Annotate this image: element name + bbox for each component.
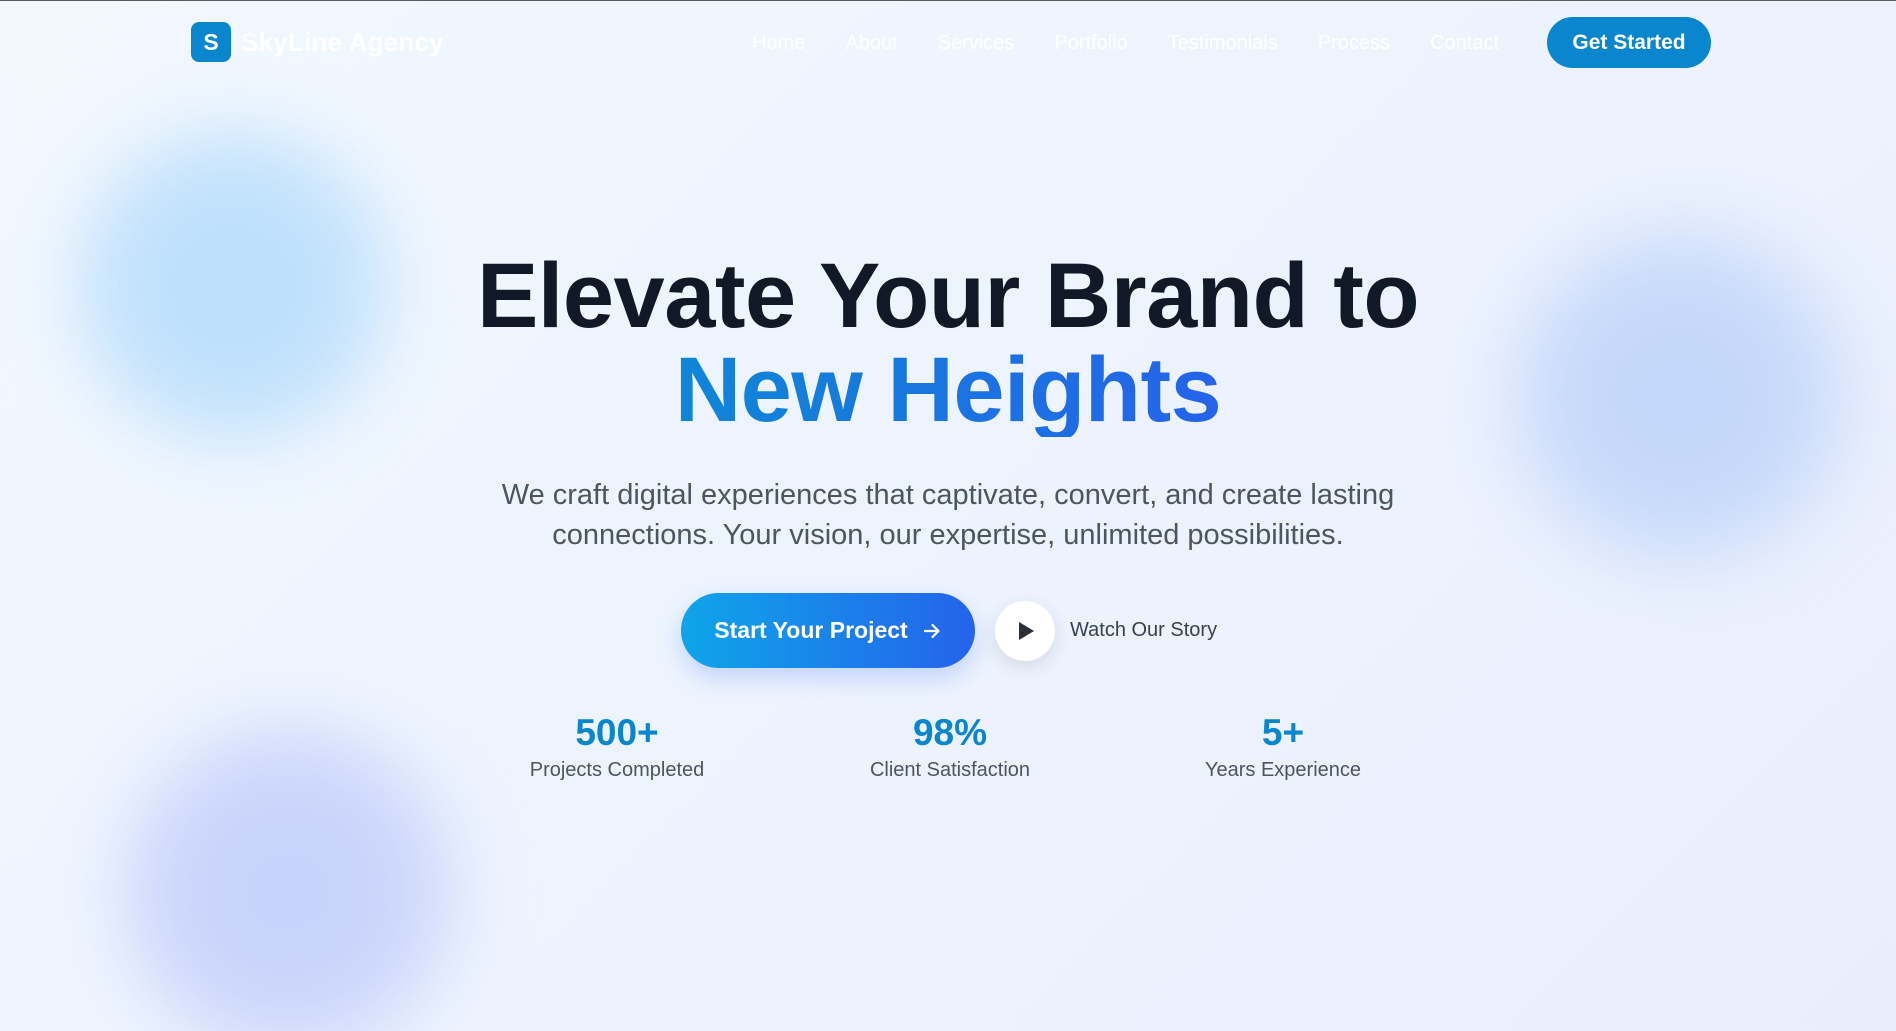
stat-value: 98% — [912, 712, 988, 753]
nav-home[interactable]: Home — [752, 30, 805, 56]
hero-subtitle: We craft digital experiences that captiv… — [448, 475, 1448, 555]
watch-story-button[interactable]: Watch Our Story — [995, 600, 1218, 661]
get-started-button[interactable]: Get Started — [1547, 17, 1711, 68]
stat-satisfaction: 98% Client Satisfaction — [820, 711, 1080, 783]
stat-label: Years Experience — [1204, 759, 1362, 781]
nav-process[interactable]: Process — [1318, 30, 1390, 56]
main-nav: Home About Services Portfolio Testimonia… — [752, 30, 1499, 56]
site-header: S SkyLine Agency Home About Services Por… — [0, 1, 1896, 85]
nav-services[interactable]: Services — [938, 30, 1015, 56]
stat-label: Projects Completed — [529, 759, 705, 781]
play-icon[interactable] — [995, 600, 1055, 661]
nav-about[interactable]: About — [845, 30, 897, 56]
watch-story-label: Watch Our Story — [1070, 619, 1218, 641]
hero-cta-row: Start Your Project Watch Our Story — [681, 593, 1217, 668]
stat-experience: 5+ Years Experience — [1153, 711, 1413, 783]
hero-subtitle-line1: We craft digital experiences that captiv… — [501, 479, 1395, 511]
stat-value: 5+ — [1261, 712, 1305, 753]
stat-label: Client Satisfaction — [869, 759, 1031, 781]
nav-testimonials[interactable]: Testimonials — [1168, 30, 1278, 56]
hero-title-highlight: New Heights — [674, 339, 1222, 441]
logo-mark: S — [191, 22, 231, 62]
hero-title: Elevate Your Brand to New Heights — [0, 249, 1896, 437]
hero-title-line1: Elevate Your Brand to — [476, 245, 1420, 347]
logo-text: SkyLine Agency — [241, 26, 444, 57]
logo[interactable]: S SkyLine Agency — [191, 22, 444, 62]
stat-projects: 500+ Projects Completed — [487, 711, 747, 783]
arrow-right-icon — [922, 621, 942, 641]
stat-value: 500+ — [575, 712, 659, 753]
start-project-label: Start Your Project — [714, 617, 908, 643]
nav-contact[interactable]: Contact — [1430, 30, 1499, 56]
nav-portfolio[interactable]: Portfolio — [1054, 30, 1127, 56]
decorative-blob-bottom-left — [88, 701, 488, 1031]
start-project-button[interactable]: Start Your Project — [681, 593, 975, 668]
hero-subtitle-line2: connections. Your vision, our expertise,… — [552, 519, 1344, 551]
